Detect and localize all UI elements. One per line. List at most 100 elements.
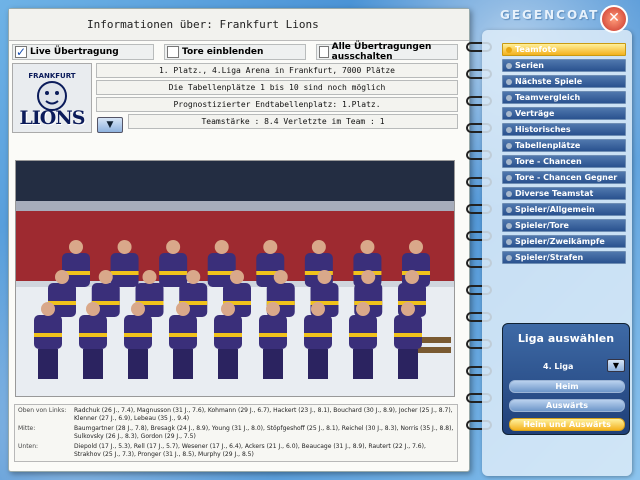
player-jersey-stripe	[159, 271, 188, 275]
team-photo-image	[16, 161, 454, 396]
player-head	[356, 302, 370, 316]
player-head	[55, 270, 69, 284]
nav-item-spieler-allgemein[interactable]: Spieler/Allgemein	[502, 203, 626, 216]
player-head	[311, 240, 326, 254]
player-legs	[263, 349, 283, 379]
player-figure	[34, 315, 62, 349]
player-figure	[304, 315, 332, 349]
player-jersey-stripe	[259, 333, 287, 337]
nav-item-naechste-spiele[interactable]: Nächste Spiele	[502, 75, 626, 88]
player-legs	[218, 349, 238, 379]
player-jersey-stripe	[124, 333, 152, 337]
player-head	[86, 302, 100, 316]
team-logo: FRANKFURT LIONS	[12, 63, 92, 133]
checkbox-icon[interactable]	[167, 46, 179, 58]
photo-caption: Oben von Links: Radchuk (26 J., 7.4), Ma…	[14, 404, 458, 462]
svg-text:FRANKFURT: FRANKFURT	[28, 72, 75, 80]
nav-item-spieler-zweikaempfe[interactable]: Spieler/Zweikämpfe	[502, 235, 626, 248]
liga-dropdown-button[interactable]: ▼	[607, 359, 625, 372]
player-head	[214, 240, 229, 254]
svg-text:LIONS: LIONS	[20, 107, 85, 129]
nav-item-teamvergleich[interactable]: Teamvergleich	[502, 91, 626, 104]
player-head	[186, 270, 201, 284]
player-figure	[79, 315, 107, 349]
auswaerts-button[interactable]: Auswärts	[509, 399, 625, 412]
player-head	[176, 302, 190, 316]
lion-logo-icon: FRANKFURT LIONS	[20, 72, 86, 129]
player-legs	[38, 349, 58, 379]
caption-row-middle: Mitte: Baumgartner (28 J., 7.8), Bresagk…	[15, 423, 457, 441]
player-jersey-stripe	[79, 333, 107, 337]
nav-item-tabellenplaetze[interactable]: Tabellenplätze	[502, 139, 626, 152]
player-jersey-stripe	[304, 333, 332, 337]
nav-item-tore-chancen[interactable]: Tore - Chancen	[502, 155, 626, 168]
liga-select-value[interactable]: 4. Liga	[543, 362, 573, 371]
caption-text: Diepold (17 J., 5.3), Rell (17 J., 5.7),…	[74, 443, 426, 458]
player-jersey-stripe	[34, 333, 62, 337]
nav-item-vertraege[interactable]: Verträge	[502, 107, 626, 120]
player-figure	[159, 253, 188, 287]
caption-text: Baumgartner (28 J., 7.8), Bresagk (24 J.…	[74, 425, 454, 440]
player-head	[409, 240, 423, 254]
caption-label: Oben von Links:	[18, 407, 67, 414]
player-figure	[124, 315, 152, 349]
player-legs	[353, 349, 373, 379]
player-head	[41, 302, 55, 316]
caption-row-bottom: Unten: Diepold (17 J., 5.3), Rell (17 J.…	[15, 441, 457, 459]
player-jersey-stripe	[349, 333, 377, 337]
player-head	[221, 302, 235, 316]
caption-label: Mitte:	[18, 425, 36, 432]
player-head	[142, 270, 157, 284]
player-head	[401, 302, 415, 316]
player-jersey-stripe	[169, 333, 197, 337]
player-figure	[394, 315, 422, 349]
nav-item-diverse-teamstat[interactable]: Diverse Teamstat	[502, 187, 626, 200]
player-head	[98, 270, 113, 284]
caption-row-top: Oben von Links: Radchuk (26 J., 7.4), Ma…	[15, 405, 457, 423]
player-figure	[214, 315, 242, 349]
player-jersey-stripe	[110, 271, 139, 275]
nav-item-historisches[interactable]: Historisches	[502, 123, 626, 136]
tore-checkbox-row[interactable]: Tore einblenden	[164, 44, 306, 60]
player-figure	[169, 315, 197, 349]
nav-item-teamfoto[interactable]: Teamfoto	[502, 43, 626, 56]
nav-item-tore-chancen-gegner[interactable]: Tore - Chancen Gegner	[502, 171, 626, 184]
liga-panel: Liga auswählen 4. Liga ▼ Heim Auswärts H…	[502, 323, 630, 435]
team-dropdown-button[interactable]: ▼	[97, 117, 123, 133]
player-head	[131, 302, 145, 316]
player-legs	[173, 349, 193, 379]
alle-checkbox-row[interactable]: Alle Übertragungen ausschalten	[316, 42, 458, 62]
page-title: Informationen über: Frankfurt Lions	[9, 9, 469, 41]
player-head	[117, 240, 132, 254]
heim-und-auswaerts-button[interactable]: Heim und Auswärts	[509, 418, 625, 431]
team-forecast-line: Prognostizierter Endtabellenplatz: 1.Pla…	[96, 97, 458, 112]
player-head	[361, 270, 376, 284]
player-head	[266, 302, 280, 316]
team-rank-line: 1. Platz., 4.Liga Arena in Frankfurt, 70…	[96, 63, 458, 78]
player-jersey-stripe	[394, 333, 422, 337]
player-head	[69, 240, 83, 254]
player-head	[230, 270, 244, 284]
player-head	[273, 270, 288, 284]
tore-label: Tore einblenden	[182, 47, 264, 57]
team-strength-line: Teamstärke : 8.4 Verletzte im Team : 1	[128, 114, 458, 129]
nav-item-spieler-tore[interactable]: Spieler/Tore	[502, 219, 626, 232]
caption-label: Unten:	[18, 443, 39, 450]
player-legs	[308, 349, 328, 379]
live-checkbox-row[interactable]: ✓ Live Übertragung	[12, 44, 154, 60]
liga-title: Liga auswählen	[517, 332, 615, 345]
player-figure	[207, 253, 236, 287]
checkbox-checked-icon[interactable]: ✓	[15, 46, 27, 58]
app-logo: GEGENCOAT	[500, 8, 600, 22]
player-figure	[110, 253, 139, 287]
team-photo	[15, 160, 455, 397]
nav-item-spieler-strafen[interactable]: Spieler/Strafen	[502, 251, 626, 264]
nav-item-serien[interactable]: Serien	[502, 59, 626, 72]
player-head	[405, 270, 419, 284]
checkbox-icon[interactable]	[319, 46, 329, 58]
player-head	[311, 302, 325, 316]
team-possible-line: Die Tabellenplätze 1 bis 10 sind noch mö…	[96, 80, 458, 95]
heim-button[interactable]: Heim	[509, 380, 625, 393]
player-head	[263, 240, 278, 254]
close-button[interactable]: ✕	[600, 5, 628, 33]
